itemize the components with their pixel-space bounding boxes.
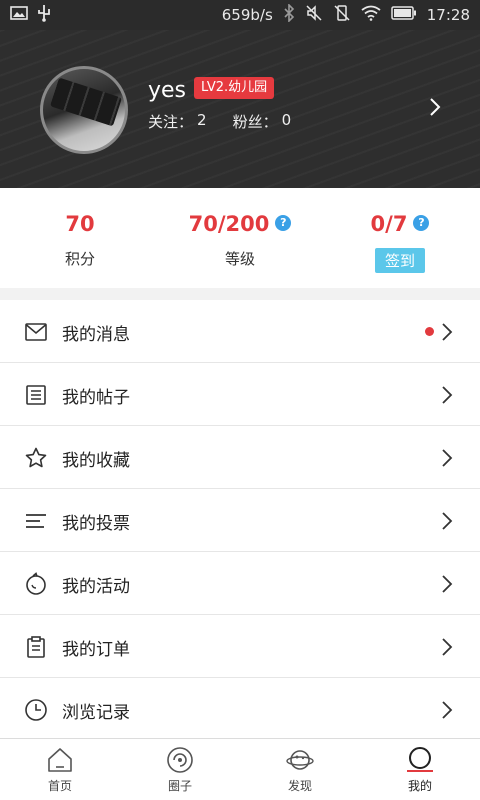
help-icon[interactable]: ? bbox=[275, 215, 292, 231]
mute-icon bbox=[305, 4, 323, 26]
menu-item-label: 浏览记录 bbox=[62, 703, 130, 723]
checkin-value-wrap: 0/7? bbox=[320, 212, 480, 236]
home-icon bbox=[48, 748, 72, 772]
menu-item-label: 我的投票 bbox=[62, 514, 130, 534]
stats-row: 70 积分 70/200? 等级 0/7? 签到 bbox=[0, 188, 480, 288]
clock-time: 17:28 bbox=[426, 6, 470, 24]
profile-header[interactable]: yes LV2.幼儿园 关注： 2 粉丝： 0 bbox=[0, 30, 480, 188]
nav-circle[interactable]: 圈子 bbox=[120, 739, 240, 800]
active-indicator bbox=[407, 770, 433, 772]
menu-item-label: 我的收藏 bbox=[62, 451, 130, 471]
menu-item-label: 我的订单 bbox=[62, 640, 130, 660]
clipboard-icon bbox=[27, 636, 45, 658]
menu-list: 我的消息 我的帖子 我的收藏 我的投票 我的活动 我的订单 浏览记录 bbox=[0, 300, 480, 738]
nav-mine[interactable]: 我的 bbox=[360, 739, 480, 800]
network-speed: 659b/s bbox=[221, 6, 273, 24]
checkin-stat: 0/7? 签到 bbox=[320, 188, 480, 288]
clock-icon bbox=[25, 699, 47, 721]
usb-icon bbox=[36, 4, 52, 26]
image-icon bbox=[10, 5, 28, 25]
follow-count[interactable]: 2 bbox=[197, 111, 207, 132]
mail-icon bbox=[25, 323, 47, 341]
nav-label: 发现 bbox=[287, 779, 312, 793]
username: yes bbox=[148, 78, 187, 103]
bottom-nav: 首页 圈子 发现 我的 bbox=[0, 738, 480, 800]
menu-item-label: 我的活动 bbox=[62, 577, 130, 597]
level-value: 70/200 bbox=[188, 212, 270, 236]
menu-item-votes[interactable]: 我的投票 bbox=[0, 489, 480, 552]
nav-label: 首页 bbox=[47, 779, 72, 793]
chevron-right-icon bbox=[442, 323, 453, 341]
chevron-right-icon bbox=[442, 638, 453, 656]
circle-icon bbox=[167, 747, 193, 773]
menu-item-label: 我的帖子 bbox=[62, 388, 130, 408]
status-bar: 659b/s 17:28 bbox=[0, 0, 480, 30]
checkin-value: 0/7 bbox=[370, 212, 408, 236]
chevron-right-icon bbox=[442, 512, 453, 530]
follow-label: 关注： bbox=[148, 113, 194, 131]
menu-item-posts[interactable]: 我的帖子 bbox=[0, 363, 480, 426]
points-value: 70 bbox=[65, 212, 95, 236]
document-list-icon bbox=[26, 385, 46, 405]
chevron-right-icon[interactable] bbox=[426, 96, 444, 118]
planet-icon bbox=[286, 750, 314, 770]
points-stat[interactable]: 70 积分 bbox=[0, 188, 160, 288]
bluetooth-icon bbox=[283, 3, 295, 26]
menu-item-label: 我的消息 bbox=[62, 325, 130, 345]
level-badge: LV2.幼儿园 bbox=[194, 77, 275, 99]
unread-dot bbox=[425, 327, 434, 336]
fans-label: 粉丝： bbox=[232, 113, 278, 131]
level-stat[interactable]: 70/200? 等级 bbox=[160, 188, 320, 288]
wifi-icon bbox=[361, 5, 381, 25]
chevron-right-icon bbox=[442, 386, 453, 404]
nav-home[interactable]: 首页 bbox=[0, 739, 120, 800]
fans-count[interactable]: 0 bbox=[282, 111, 292, 132]
star-icon bbox=[25, 447, 47, 468]
points-label: 积分 bbox=[64, 250, 95, 268]
activity-icon bbox=[26, 572, 46, 595]
menu-item-history[interactable]: 浏览记录 bbox=[0, 678, 480, 738]
vibrate-icon bbox=[333, 4, 351, 26]
menu-item-orders[interactable]: 我的订单 bbox=[0, 615, 480, 678]
level-value-wrap: 70/200? bbox=[160, 212, 320, 236]
menu-item-messages[interactable]: 我的消息 bbox=[0, 300, 480, 363]
help-icon[interactable]: ? bbox=[413, 215, 430, 231]
menu-item-favorites[interactable]: 我的收藏 bbox=[0, 426, 480, 489]
menu-item-activities[interactable]: 我的活动 bbox=[0, 552, 480, 615]
avatar[interactable] bbox=[40, 66, 128, 154]
checkin-button-wrap: 签到 bbox=[320, 248, 480, 273]
nav-label: 我的 bbox=[407, 779, 432, 793]
checkin-button[interactable]: 签到 bbox=[374, 248, 425, 273]
nav-label: 圈子 bbox=[167, 779, 192, 793]
chevron-right-icon bbox=[442, 575, 453, 593]
battery-icon bbox=[391, 6, 417, 24]
nav-discover[interactable]: 发现 bbox=[240, 739, 360, 800]
follow-stats: 关注： 2 粉丝： 0 bbox=[148, 111, 291, 132]
chevron-right-icon bbox=[442, 701, 453, 719]
vote-lines-icon bbox=[26, 514, 46, 528]
level-label: 等级 bbox=[224, 250, 255, 268]
chevron-right-icon bbox=[442, 449, 453, 467]
